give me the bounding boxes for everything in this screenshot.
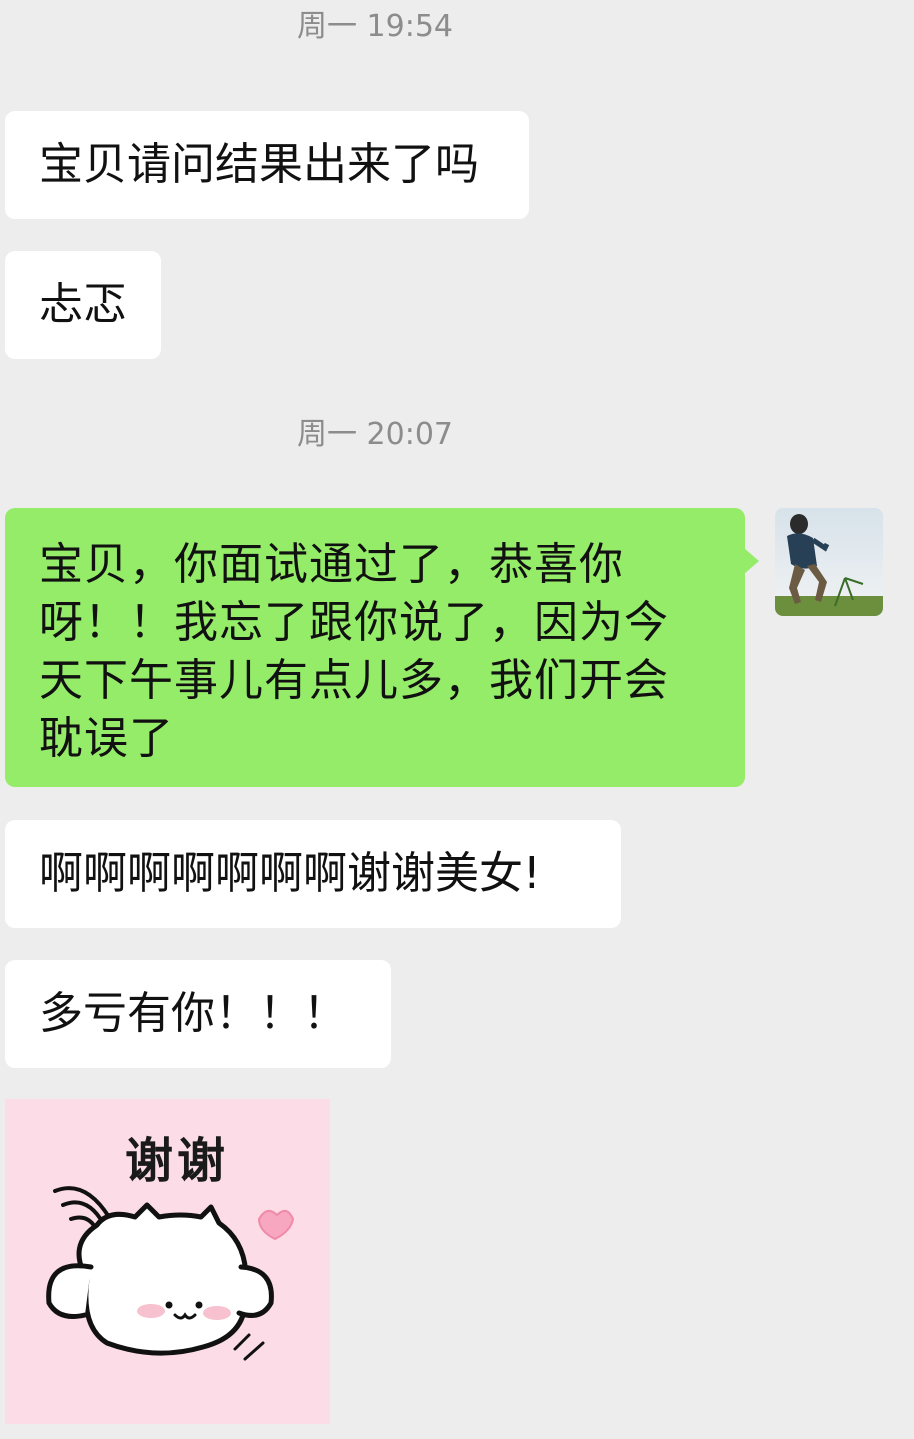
message-bubble-incoming[interactable]: 忐忑 (5, 251, 161, 359)
message-bubble-outgoing[interactable]: 宝贝，你面试通过了，恭喜你呀！！我忘了跟你说了，因为今天下午事儿有点儿多，我们开… (5, 508, 759, 787)
person-running-in-field-avatar-icon (775, 508, 883, 616)
message-bubble-incoming[interactable]: 宝贝请问结果出来了吗 (5, 111, 529, 219)
message-bubble-incoming[interactable]: 啊啊啊啊啊啊啊谢谢美女! (5, 820, 621, 928)
chat-timestamp: 周一 19:54 (297, 9, 453, 44)
message-bubble-incoming[interactable]: 多亏有你！！！ (5, 960, 391, 1068)
cat-thank-you-sticker-icon (46, 1186, 295, 1361)
chat-timestamp: 周一 20:07 (297, 417, 453, 452)
sticker-message[interactable]: 谢谢 (5, 1099, 330, 1424)
avatar[interactable] (775, 508, 883, 616)
